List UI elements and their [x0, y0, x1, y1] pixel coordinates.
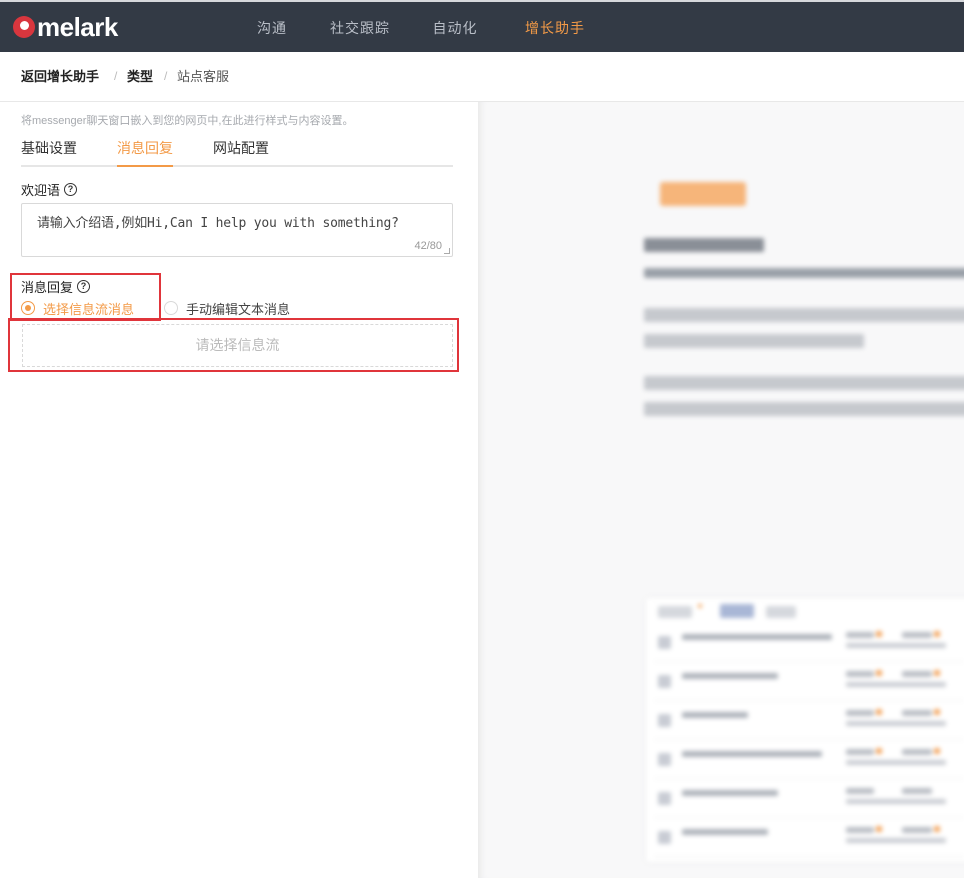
welcome-label-row: 欢迎语 ? [21, 180, 78, 199]
preview-card-tab [720, 604, 754, 618]
preview-row [654, 819, 964, 857]
resize-handle-icon[interactable] [444, 248, 450, 254]
preview-row [654, 741, 964, 779]
highlight-box-reply-label [10, 273, 161, 321]
welcome-textarea[interactable]: 请输入介绍语,例如Hi,Can I help you with somethin… [21, 203, 453, 257]
preview-row [654, 702, 964, 740]
breadcrumb-current: 站点客服 [177, 69, 230, 84]
radio-manual-text-label[interactable]: 手动编辑文本消息 [186, 299, 290, 318]
preview-card-tab [658, 606, 692, 618]
preview-subtitle-placeholder [644, 238, 764, 252]
breadcrumb-separator: / [114, 69, 118, 83]
preview-card [646, 598, 964, 862]
logo-text: melark [37, 12, 118, 42]
settings-panel: 将messenger聊天窗口嵌入到您的网页中,在此进行样式与内容设置。 基础设置… [0, 102, 478, 878]
welcome-label: 欢迎语 [21, 183, 61, 198]
tab-website-config[interactable]: 网站配置 [213, 138, 269, 158]
nav-item-growth-assistant[interactable]: 增长助手 [505, 4, 605, 54]
radio-manual-text[interactable] [164, 301, 179, 315]
breadcrumb-type[interactable]: 类型 [127, 69, 153, 85]
nav-item-social-tracking[interactable]: 社交跟踪 [320, 4, 400, 52]
help-icon[interactable]: ? [64, 183, 78, 196]
preview-paragraph-placeholder [644, 376, 964, 416]
preview-row [654, 780, 964, 818]
preview-title-placeholder [660, 178, 746, 206]
settings-tabs: 基础设置 消息回复 网站配置 [21, 136, 453, 167]
logo[interactable]: melark [13, 12, 118, 42]
top-navbar: melark 沟通 社交跟踪 自动化 增长助手 [0, 0, 964, 54]
tab-basic-settings[interactable]: 基础设置 [21, 138, 77, 158]
welcome-text-value: 请输入介绍语,例如Hi,Can I help you with somethin… [37, 216, 399, 231]
preview-card-badge [698, 604, 702, 608]
nav-item-communication[interactable]: 沟通 [246, 4, 298, 52]
nav-item-automation[interactable]: 自动化 [422, 4, 488, 52]
char-counter: 42/80 [414, 240, 442, 252]
preview-row [654, 624, 964, 662]
melark-logo-icon [13, 16, 35, 38]
preview-row [654, 663, 964, 701]
preview-line-placeholder [644, 268, 964, 278]
breadcrumb-back-growth[interactable]: 返回增长助手 [21, 69, 99, 85]
breadcrumb: 返回增长助手 / 类型 / 站点客服 [0, 52, 964, 102]
panel-hint: 将messenger聊天窗口嵌入到您的网页中,在此进行样式与内容设置。 [21, 115, 354, 127]
preview-paragraph-placeholder [644, 308, 964, 348]
preview-card-tab [766, 606, 796, 618]
breadcrumb-separator: / [164, 69, 168, 83]
highlight-box-flow-select [8, 318, 459, 372]
tab-message-reply[interactable]: 消息回复 [117, 138, 173, 167]
preview-panel [478, 102, 964, 878]
